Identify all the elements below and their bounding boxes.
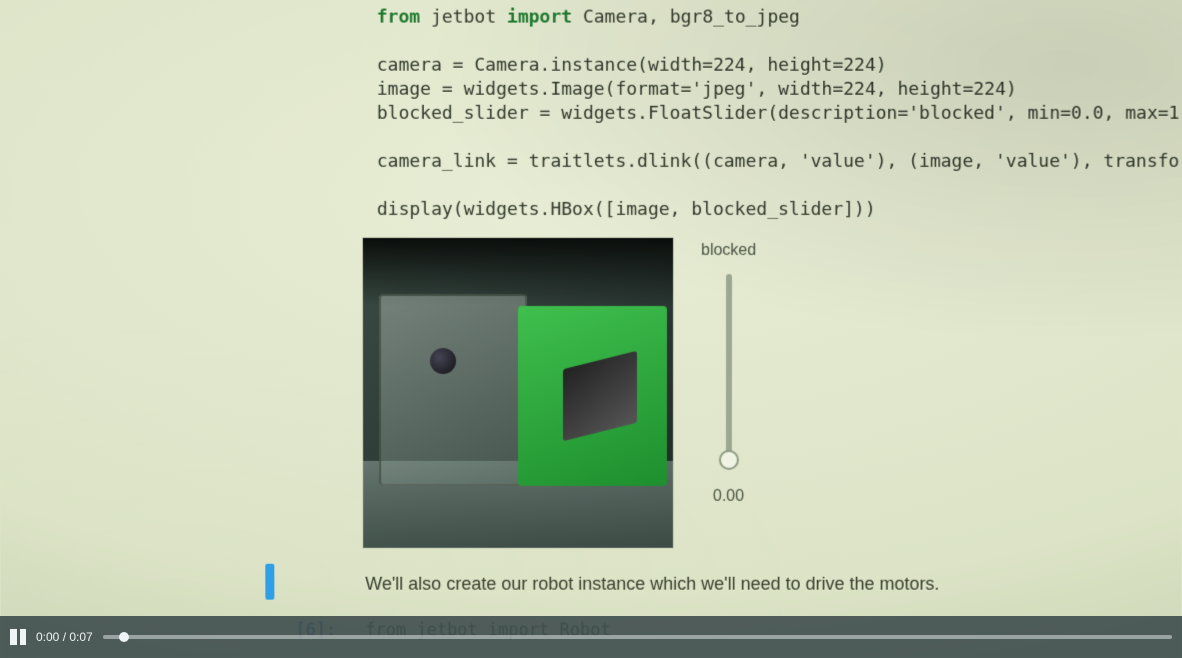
video-time: 0:00 / 0:07 (36, 630, 93, 644)
pause-icon[interactable] (10, 629, 26, 645)
slider-label: blocked (701, 242, 756, 260)
cell-running-indicator (265, 564, 274, 600)
camera-image (363, 238, 673, 548)
cell-output: blocked 0.00 (363, 238, 1182, 548)
jupyter-notebook-view: from jetbot import Camera, bgr8_to_jpeg … (0, 0, 1182, 641)
blocked-slider-widget[interactable]: blocked 0.00 (701, 238, 756, 506)
code-cell[interactable]: from jetbot import Camera, bgr8_to_jpeg … (265, 0, 1182, 230)
markdown-text: We'll also create our robot instance whi… (365, 574, 1181, 595)
screen-surface: from jetbot import Camera, bgr8_to_jpeg … (0, 0, 1182, 658)
slider-value: 0.00 (713, 488, 744, 506)
slider-thumb[interactable] (718, 450, 738, 470)
slider-track[interactable] (726, 274, 732, 462)
video-controls[interactable]: 0:00 / 0:07 (0, 616, 1182, 658)
video-seek-thumb[interactable] (119, 632, 129, 642)
video-seek-track[interactable] (103, 635, 1172, 639)
